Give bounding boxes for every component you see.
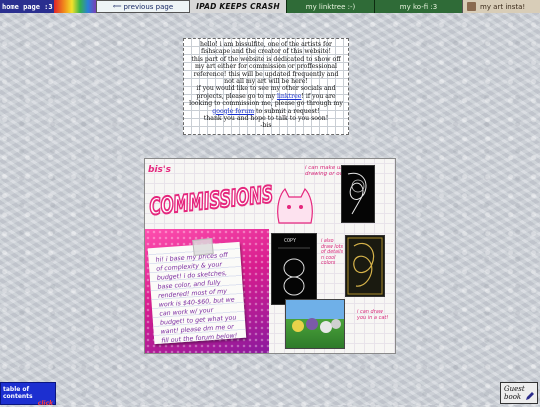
avatar <box>467 2 476 11</box>
art-piece-landscape <box>285 299 345 349</box>
commissions-title-art: bis's COMMISSIONS <box>147 165 275 222</box>
pen-icon <box>526 392 534 400</box>
small-title: bis's <box>148 165 172 175</box>
doodle-note-cat: i can draw you in a cat! <box>357 309 389 321</box>
arrow-left-icon: ⟸ <box>112 3 122 10</box>
art-piece-dark-2: COPY <box>271 233 317 305</box>
table-of-contents-button[interactable]: table of contents click <box>0 382 56 407</box>
doodle-note-details: i also draw lots of details n cool color… <box>321 239 344 266</box>
nav-home-button[interactable]: home page :3 <box>0 0 96 13</box>
intro-line-4: thank you and hope to talk to you soon! <box>203 115 329 123</box>
toc-label: table of contents <box>3 386 33 400</box>
nav-linktree-label: my linktree :-) <box>305 2 356 11</box>
nav-ipad-label: IPAD KEEPS CRASH <box>196 2 280 11</box>
intro-note: hello! i am bissulfite, one of the artis… <box>183 38 349 135</box>
nav-home-label: home page :3 <box>2 2 53 11</box>
commissions-artboard: bis's COMMISSIONS hi! i base my prices o… <box>144 158 396 354</box>
linktree-link[interactable]: linktree <box>277 93 301 100</box>
nav-previous-button[interactable]: ⟸ previous page <box>96 0 190 13</box>
nav-kofi-button[interactable]: my ko-fi :3 <box>374 0 462 13</box>
nav-previous-label: previous page <box>123 2 174 11</box>
price-note-text: hi! i base my prices off of complexity &… <box>155 251 238 345</box>
intro-line-5: -bis <box>260 122 272 130</box>
price-note-paper: hi! i base my prices off of complexity &… <box>147 241 247 345</box>
nav-insta-button[interactable]: my art insta! <box>462 0 540 13</box>
nav-kofi-label: my ko-fi :3 <box>399 2 438 11</box>
nav-insta-label: my art insta! <box>480 2 526 11</box>
guestbook-button[interactable]: Guest book <box>500 382 538 404</box>
doodle-note-oc: i can make ur drawing or oc! <box>305 165 345 177</box>
big-title: COMMISSIONS <box>148 182 274 221</box>
toc-sub-label: click <box>37 400 53 407</box>
art-piece-gold <box>345 235 385 297</box>
intro-line-3: if you would like to see my other social… <box>188 85 344 115</box>
nav-ipad-banner[interactable]: IPAD KEEPS CRASH <box>190 0 286 13</box>
intro-line-1: hello! i am bissulfite, one of the artis… <box>199 41 333 56</box>
art-piece-dark-1 <box>341 165 375 223</box>
cat-doodle-icon <box>277 187 313 224</box>
tape-strip <box>192 237 214 257</box>
nav-linktree-button[interactable]: my linktree :-) <box>286 0 374 13</box>
intro-line-2: this part of the website is dedicated to… <box>191 55 341 86</box>
copy-label: COPY <box>284 238 297 244</box>
top-nav-bar: home page :3 ⟸ previous page IPAD KEEPS C… <box>0 0 540 13</box>
intro-line-3-end: to submit a request! <box>254 107 320 115</box>
google-forum-link[interactable]: google forum <box>212 108 254 115</box>
